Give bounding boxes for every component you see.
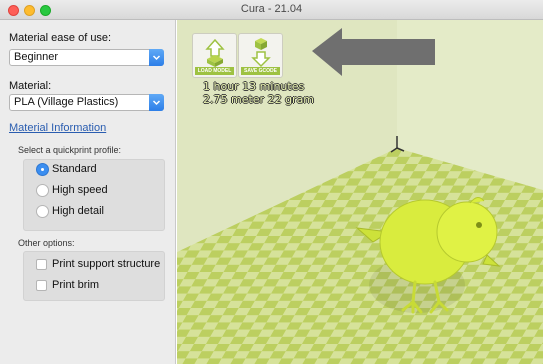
other-options-label: Other options:: [18, 238, 75, 248]
ease-of-use-select[interactable]: Beginner: [9, 49, 164, 66]
quickprint-profile-label: Select a quickprint profile:: [18, 145, 122, 155]
ease-of-use-label: Material ease of use:: [9, 32, 112, 44]
profile-standard-label: Standard: [52, 163, 97, 175]
radio-icon[interactable]: [36, 205, 49, 218]
radio-selected-icon[interactable]: [36, 163, 49, 176]
material-information-link[interactable]: Material Information: [9, 122, 106, 134]
settings-sidebar: Material ease of use: Beginner Material:…: [0, 20, 176, 364]
print-time-estimate: 1 hour 13 minutes: [203, 80, 305, 93]
save-gcode-icon: [251, 38, 271, 68]
title-bar: Cura - 21.04: [0, 0, 543, 20]
checkbox-icon[interactable]: [36, 280, 47, 291]
chevron-down-icon[interactable]: [149, 49, 164, 66]
print-support-label: Print support structure: [52, 258, 161, 270]
save-gcode-caption: SAVE GCODE: [241, 67, 280, 75]
load-model-icon: [205, 38, 225, 67]
radio-icon[interactable]: [36, 184, 49, 197]
print-brim-label: Print brim: [52, 279, 100, 291]
ease-of-use-value: Beginner: [14, 51, 59, 63]
material-value: PLA (Village Plastics): [14, 96, 119, 108]
material-select[interactable]: PLA (Village Plastics): [9, 94, 164, 111]
profile-high-detail-label: High detail: [52, 205, 104, 217]
load-model-caption: LOAD MODEL: [195, 67, 234, 75]
material-label: Material:: [9, 80, 52, 92]
window-title: Cura - 21.04: [240, 3, 303, 15]
3d-viewport[interactable]: LOAD MODEL SAVE GCODE 1 hour 13 minutes …: [177, 20, 543, 364]
checkbox-icon[interactable]: [36, 259, 47, 270]
filament-usage-estimate: 2.75 meter 22 gram: [203, 93, 315, 106]
profile-high-speed-label: High speed: [52, 184, 108, 196]
chevron-down-icon[interactable]: [149, 94, 164, 111]
save-gcode-button[interactable]: SAVE GCODE: [238, 33, 283, 78]
load-model-button[interactable]: LOAD MODEL: [192, 33, 237, 78]
